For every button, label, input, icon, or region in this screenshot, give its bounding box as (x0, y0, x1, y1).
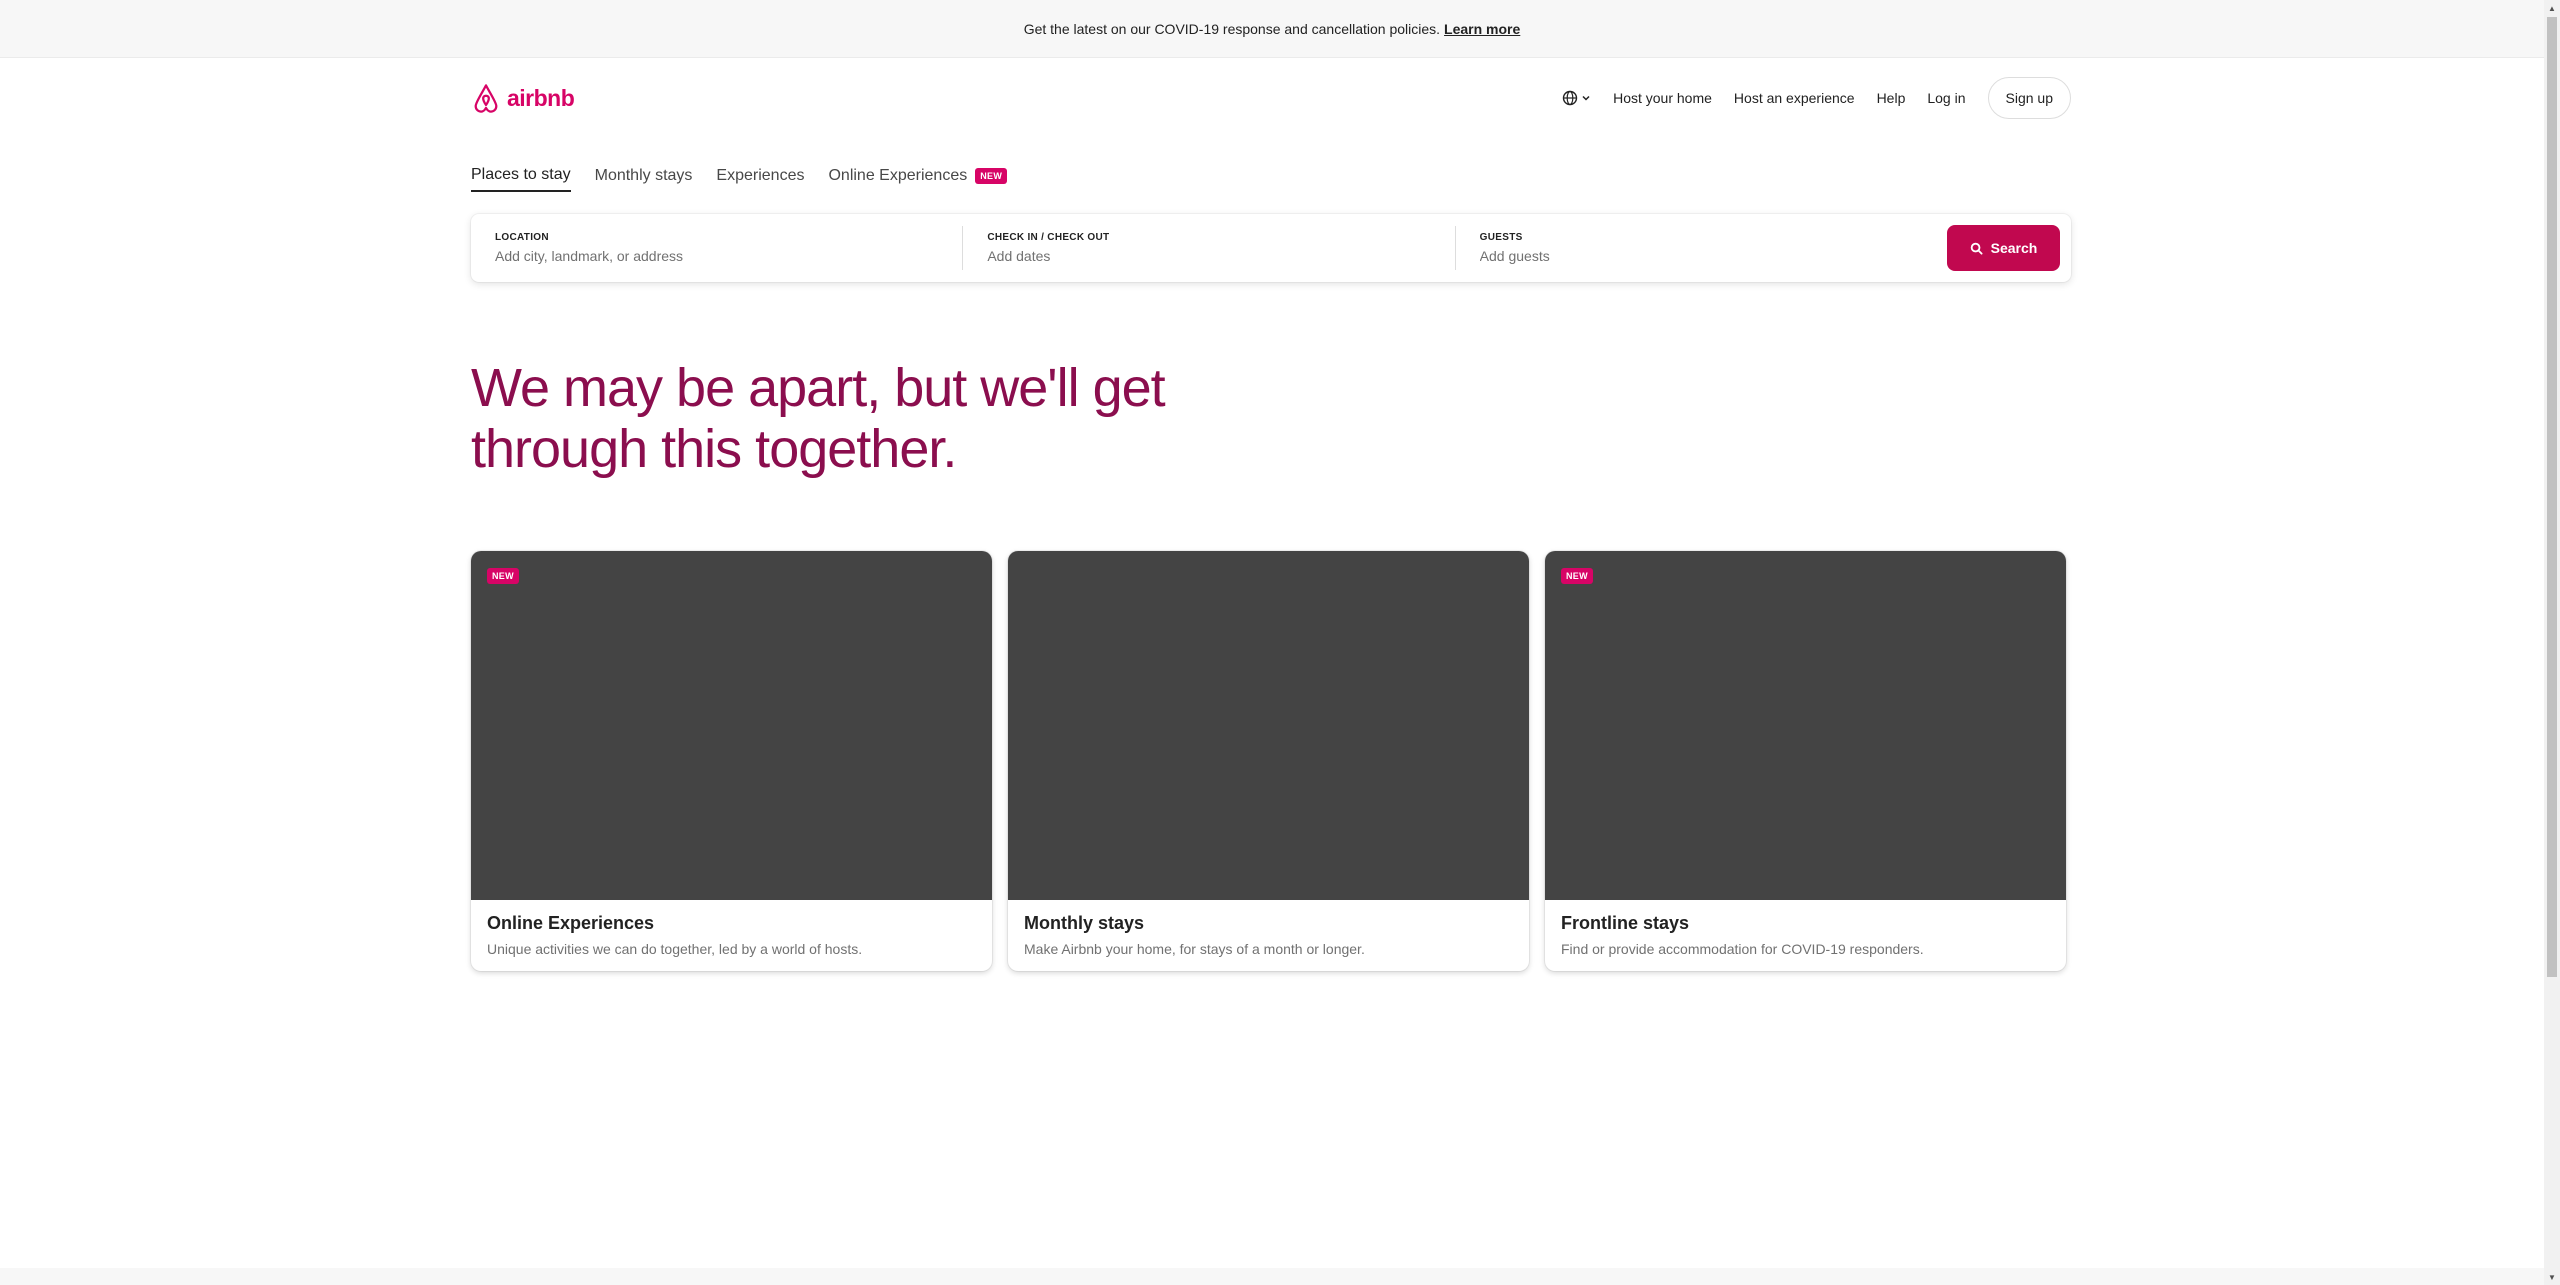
learn-more-link[interactable]: Learn more (1444, 21, 1520, 37)
dates-input[interactable] (987, 248, 1431, 264)
guests-input[interactable] (1479, 248, 1923, 264)
card-description: Find or provide accommodation for COVID-… (1561, 941, 1924, 957)
host-home-link[interactable]: Host your home (1613, 84, 1712, 112)
card-image (1008, 551, 1529, 900)
help-link[interactable]: Help (1877, 84, 1906, 112)
page: Get the latest on our COVID-19 response … (0, 0, 2544, 1285)
globe-icon (1562, 90, 1578, 106)
card-description: Unique activities we can do together, le… (487, 941, 863, 957)
card-description: Make Airbnb your home, for stays of a mo… (1024, 941, 1365, 957)
tab-places-to-stay[interactable]: Places to stay (471, 166, 571, 192)
location-field[interactable]: LOCATION (471, 226, 964, 270)
search-button-label: Search (1990, 240, 2038, 256)
search-bar: LOCATION CHECK IN / CHECK OUT GUESTS Sea… (471, 214, 2071, 282)
chevron-down-icon (1582, 95, 1590, 101)
logo-text: airbnb (507, 84, 575, 111)
card-body: Monthly stays Make Airbnb your home, for… (1008, 900, 1529, 970)
card-title: Online Experiences (487, 913, 655, 933)
tab-label: Places to stay (471, 166, 571, 183)
guests-field[interactable]: GUESTS (1456, 226, 1947, 270)
host-experience-link[interactable]: Host an experience (1734, 84, 1855, 112)
airbnb-logo[interactable]: airbnb (471, 82, 575, 115)
vertical-scrollbar[interactable]: ▲ ▼ (2544, 0, 2560, 1285)
airbnb-logo-icon (474, 83, 498, 113)
tab-label: Online Experiences (828, 167, 968, 184)
page-headline: We may be apart, but we'll get through t… (471, 358, 1166, 479)
new-badge: NEW (1561, 568, 1593, 584)
banner-text: Get the latest on our COVID-19 response … (1023, 20, 1441, 37)
language-selector[interactable] (1562, 90, 1591, 106)
card-image: NEW (471, 551, 992, 900)
tab-online-experiences[interactable]: Online Experiences NEW (828, 166, 1008, 192)
feature-cards: NEW Online Experiences Unique activities… (471, 551, 2066, 971)
dates-label: CHECK IN / CHECK OUT (987, 232, 1110, 243)
guests-label: GUESTS (1479, 232, 1523, 243)
card-title: Frontline stays (1561, 913, 1690, 933)
new-badge: NEW (975, 168, 1008, 184)
tab-experiences[interactable]: Experiences (716, 166, 804, 192)
scroll-up-arrow-icon[interactable]: ▲ (2544, 0, 2560, 16)
location-label: LOCATION (495, 232, 549, 243)
card-monthly-stays[interactable]: Monthly stays Make Airbnb your home, for… (1008, 551, 1529, 971)
login-link[interactable]: Log in (1927, 84, 1965, 112)
card-body: Frontline stays Find or provide accommod… (1545, 900, 2066, 970)
scrollbar-thumb[interactable] (2547, 17, 2557, 977)
tab-label: Experiences (716, 167, 805, 184)
new-badge: NEW (487, 568, 519, 584)
search-icon (1970, 242, 1983, 255)
search-tabs: Places to stay Monthly stays Experiences… (471, 166, 1008, 192)
top-nav: Host your home Host an experience Help L… (1562, 77, 2071, 119)
card-body: Online Experiences Unique activities we … (471, 900, 992, 970)
signup-button[interactable]: Sign up (1987, 77, 2071, 119)
footer-strip (0, 1268, 2544, 1285)
card-frontline-stays[interactable]: NEW Frontline stays Find or provide acco… (1545, 551, 2066, 971)
card-title: Monthly stays (1024, 913, 1145, 933)
tab-monthly-stays[interactable]: Monthly stays (595, 166, 693, 192)
scroll-down-arrow-icon[interactable]: ▼ (2544, 1269, 2560, 1285)
card-online-experiences[interactable]: NEW Online Experiences Unique activities… (471, 551, 992, 971)
dates-field[interactable]: CHECK IN / CHECK OUT (963, 226, 1456, 270)
location-input[interactable] (495, 248, 939, 264)
header: airbnb Host your home Host an experience… (471, 76, 2071, 120)
search-button[interactable]: Search (1946, 225, 2060, 271)
card-image: NEW (1545, 551, 2066, 900)
covid-banner: Get the latest on our COVID-19 response … (0, 0, 2544, 58)
tab-label: Monthly stays (594, 167, 693, 184)
